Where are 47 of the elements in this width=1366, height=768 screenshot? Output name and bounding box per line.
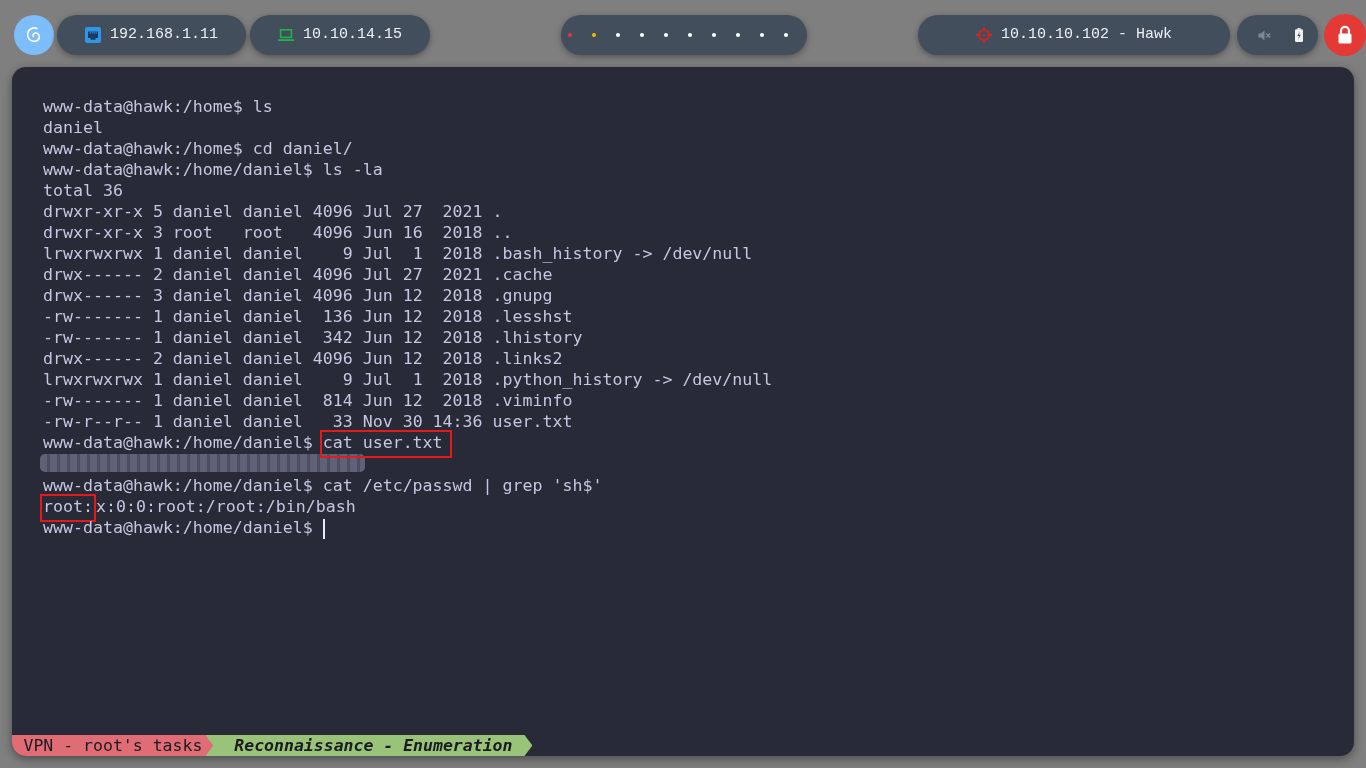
prompt-text: www-data@hawk:/home/daniel$ [43, 159, 313, 179]
prompt-text: www-data@hawk:/home$ [43, 96, 243, 116]
command-text: cat /etc/passwd | grep 'sh$' [322, 476, 603, 495]
workspace-dot-icon[interactable] [688, 33, 693, 37]
output-text: drwx------ 2 daniel daniel 4096 Jul 27 2021 .cache [43, 264, 553, 284]
workspace-dot-icon[interactable] [592, 33, 597, 37]
workspace-dot-icon[interactable] [784, 33, 789, 37]
target-host-text: 10.10.10.102 - Hawk [1001, 24, 1173, 45]
output-text: x:0:0:root:/root:/bin/bash [95, 497, 356, 516]
command-text: ls [252, 96, 273, 116]
workspace-dot-icon[interactable] [712, 33, 717, 37]
output-text: lrwxrwxrwx 1 daniel daniel 9 Jul 1 2018 .python_history -> /dev/null [43, 369, 773, 389]
output-text: lrwxrwxrwx 1 daniel daniel 9 Jul 1 2018 .bash_history -> /dev/null [43, 243, 753, 263]
launcher-swirl-icon[interactable] [14, 15, 54, 55]
laptop-icon [278, 29, 295, 41]
workspace-dot-icon[interactable] [568, 33, 573, 37]
output-text: -rw------- 1 daniel daniel 814 Jun 12 2018 .viminfo [43, 390, 573, 410]
workspace-dot-icon[interactable] [664, 33, 669, 37]
prompt-text: www-data@hawk:/home$ [43, 138, 243, 158]
workspace-dot-icon[interactable] [640, 33, 645, 37]
prompt-text: www-data@hawk:/home/daniel$ [43, 476, 313, 495]
output-text: -rw------- 1 daniel daniel 342 Jun 12 2018 .lhistory [43, 327, 583, 347]
output-text: -rw-r--r-- 1 daniel daniel 33 Nov 30 14:36 user.txt [43, 411, 573, 431]
command-text: cd daniel/ [252, 138, 353, 158]
text-cursor-icon [322, 518, 325, 539]
command-text: ls -la [322, 159, 383, 179]
battery-charging-icon[interactable] [1295, 28, 1303, 42]
workspace-dot-icon[interactable] [616, 33, 621, 37]
lock-icon[interactable] [1324, 14, 1366, 56]
output-text: drwx------ 2 daniel daniel 4096 Jun 12 2018 .links2 [43, 348, 563, 368]
output-text: daniel [43, 117, 103, 137]
prompt-text: www-data@hawk:/home/daniel$ [43, 432, 313, 452]
status-segment: VPN - root's tasks [12, 735, 214, 756]
crosshair-icon [976, 27, 992, 43]
workspace-dot-icon[interactable] [736, 33, 741, 37]
network-port-icon [85, 27, 101, 43]
command-text: cat user.txt [319, 429, 452, 458]
output-text: -rw------- 1 daniel daniel 136 Jun 12 2018 .lesshst [43, 306, 573, 326]
workspace-dot-icon[interactable] [760, 33, 765, 37]
ip-address-text: 192.168.1.11 [110, 24, 219, 45]
output-text: total 36 [43, 180, 123, 200]
output-text: drwx------ 3 daniel daniel 4096 Jun 12 2018 .gnupg [43, 285, 553, 305]
status-segment: Reconnaissance - Enumeration [205, 735, 533, 756]
output-text: drwxr-xr-x 3 root root 4096 Jun 16 2018 .. [43, 222, 513, 242]
ip-address-text: 10.10.14.15 [303, 24, 403, 45]
output-text: root: [40, 494, 96, 522]
output-text: drwxr-xr-x 5 daniel daniel 4096 Jul 27 2021 . [43, 201, 503, 221]
